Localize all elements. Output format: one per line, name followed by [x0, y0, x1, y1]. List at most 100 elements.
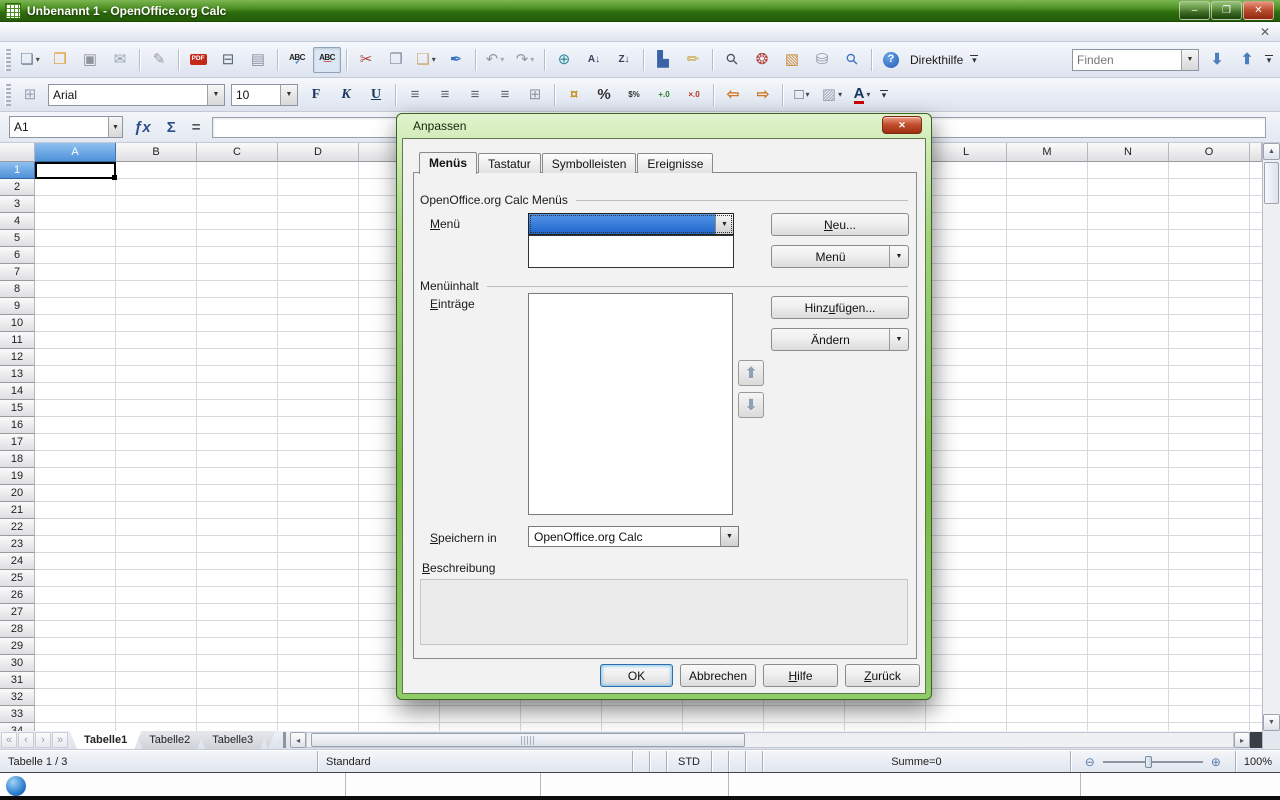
cell-M26[interactable]: [1007, 587, 1088, 604]
cell-D3[interactable]: [278, 196, 359, 213]
cell-N22[interactable]: [1088, 519, 1169, 536]
cell-reference-input[interactable]: [10, 117, 108, 137]
cell-C30[interactable]: [197, 655, 278, 672]
currency-format-icon[interactable]: ¤: [560, 82, 588, 108]
cell-C20[interactable]: [197, 485, 278, 502]
cell-O24[interactable]: [1169, 553, 1250, 570]
toolbar-grip[interactable]: [5, 49, 11, 71]
zurueck-button[interactable]: Zurück: [845, 664, 920, 687]
cell-G34[interactable]: [521, 723, 602, 731]
cell-C34[interactable]: [197, 723, 278, 731]
row-header-32[interactable]: 32: [0, 689, 35, 706]
cell-M31[interactable]: [1007, 672, 1088, 689]
horizontal-scrollbar[interactable]: [306, 732, 1234, 748]
cell-D30[interactable]: [278, 655, 359, 672]
cell-C14[interactable]: [197, 383, 278, 400]
cell-C9[interactable]: [197, 298, 278, 315]
cell-N23[interactable]: [1088, 536, 1169, 553]
cell-L7[interactable]: [926, 264, 1007, 281]
cell-M34[interactable]: [1007, 723, 1088, 731]
cell-D19[interactable]: [278, 468, 359, 485]
row-header-6[interactable]: 6: [0, 247, 35, 264]
cell-A17[interactable]: [35, 434, 116, 451]
sheet-tab-tabelle1[interactable]: Tabelle1: [70, 731, 141, 749]
cell-D6[interactable]: [278, 247, 359, 264]
edit-file-icon[interactable]: ✎: [145, 47, 173, 73]
cell-L6[interactable]: [926, 247, 1007, 264]
cell-M13[interactable]: [1007, 366, 1088, 383]
cell-L32[interactable]: [926, 689, 1007, 706]
document-close-icon[interactable]: ✕: [1260, 26, 1270, 38]
cell-O26[interactable]: [1169, 587, 1250, 604]
cell-A11[interactable]: [35, 332, 116, 349]
cell-L33[interactable]: [926, 706, 1007, 723]
cell-F34[interactable]: [440, 723, 521, 731]
find-replace-icon[interactable]: ⚲: [718, 47, 746, 73]
row-header-16[interactable]: 16: [0, 417, 35, 434]
cell-L26[interactable]: [926, 587, 1007, 604]
cell-N13[interactable]: [1088, 366, 1169, 383]
cell-O27[interactable]: [1169, 604, 1250, 621]
cell-C7[interactable]: [197, 264, 278, 281]
cell-N7[interactable]: [1088, 264, 1169, 281]
cell-O9[interactable]: [1169, 298, 1250, 315]
cell-D16[interactable]: [278, 417, 359, 434]
scroll-right-icon[interactable]: ▸: [1234, 732, 1250, 748]
cell-N17[interactable]: [1088, 434, 1169, 451]
cell-D15[interactable]: [278, 400, 359, 417]
row-header-33[interactable]: 33: [0, 706, 35, 723]
cell-B31[interactable]: [116, 672, 197, 689]
cell-M28[interactable]: [1007, 621, 1088, 638]
cell-O15[interactable]: [1169, 400, 1250, 417]
cell-D5[interactable]: [278, 230, 359, 247]
cell-O34[interactable]: [1169, 723, 1250, 731]
aendern-split-dropdown-icon[interactable]: ▼: [889, 329, 908, 350]
cell-B23[interactable]: [116, 536, 197, 553]
cell-M4[interactable]: [1007, 213, 1088, 230]
open-document-icon[interactable]: ❒: [46, 47, 74, 73]
cell-M18[interactable]: [1007, 451, 1088, 468]
cell-C28[interactable]: [197, 621, 278, 638]
cell-B4[interactable]: [116, 213, 197, 230]
cell-H34[interactable]: [602, 723, 683, 731]
cell-D9[interactable]: [278, 298, 359, 315]
decrease-indent-icon[interactable]: ⇦: [719, 82, 747, 108]
cell-N31[interactable]: [1088, 672, 1169, 689]
cell-M5[interactable]: [1007, 230, 1088, 247]
tab-ereignisse[interactable]: Ereignisse: [637, 153, 713, 173]
cell-M10[interactable]: [1007, 315, 1088, 332]
cell-A22[interactable]: [35, 519, 116, 536]
help-toolbar-overflow[interactable]: ▾: [970, 55, 978, 64]
cell-O33[interactable]: [1169, 706, 1250, 723]
formatting-toolbar-overflow[interactable]: ▾: [880, 90, 888, 99]
cell-L3[interactable]: [926, 196, 1007, 213]
cell-K34[interactable]: [845, 723, 926, 731]
cell-B26[interactable]: [116, 587, 197, 604]
cell-O28[interactable]: [1169, 621, 1250, 638]
cell-N25[interactable]: [1088, 570, 1169, 587]
cell-A23[interactable]: [35, 536, 116, 553]
row-header-27[interactable]: 27: [0, 604, 35, 621]
row-header-31[interactable]: 31: [0, 672, 35, 689]
cell-O23[interactable]: [1169, 536, 1250, 553]
cell-B8[interactable]: [116, 281, 197, 298]
cell-C3[interactable]: [197, 196, 278, 213]
column-header-A[interactable]: A: [35, 143, 116, 162]
tab-men-s[interactable]: Menüs: [419, 152, 477, 174]
cell-L5[interactable]: [926, 230, 1007, 247]
cell-A28[interactable]: [35, 621, 116, 638]
cell-D28[interactable]: [278, 621, 359, 638]
cell-D29[interactable]: [278, 638, 359, 655]
cell-C26[interactable]: [197, 587, 278, 604]
cell-A6[interactable]: [35, 247, 116, 264]
sum-icon[interactable]: Σ: [167, 119, 176, 136]
cell-N19[interactable]: [1088, 468, 1169, 485]
cell-L17[interactable]: [926, 434, 1007, 451]
cell-D20[interactable]: [278, 485, 359, 502]
cell-D17[interactable]: [278, 434, 359, 451]
move-down-button[interactable]: ⬇: [738, 392, 764, 418]
cell-D22[interactable]: [278, 519, 359, 536]
cell-M12[interactable]: [1007, 349, 1088, 366]
draw-functions-icon[interactable]: ✏: [679, 47, 707, 73]
cell-B32[interactable]: [116, 689, 197, 706]
